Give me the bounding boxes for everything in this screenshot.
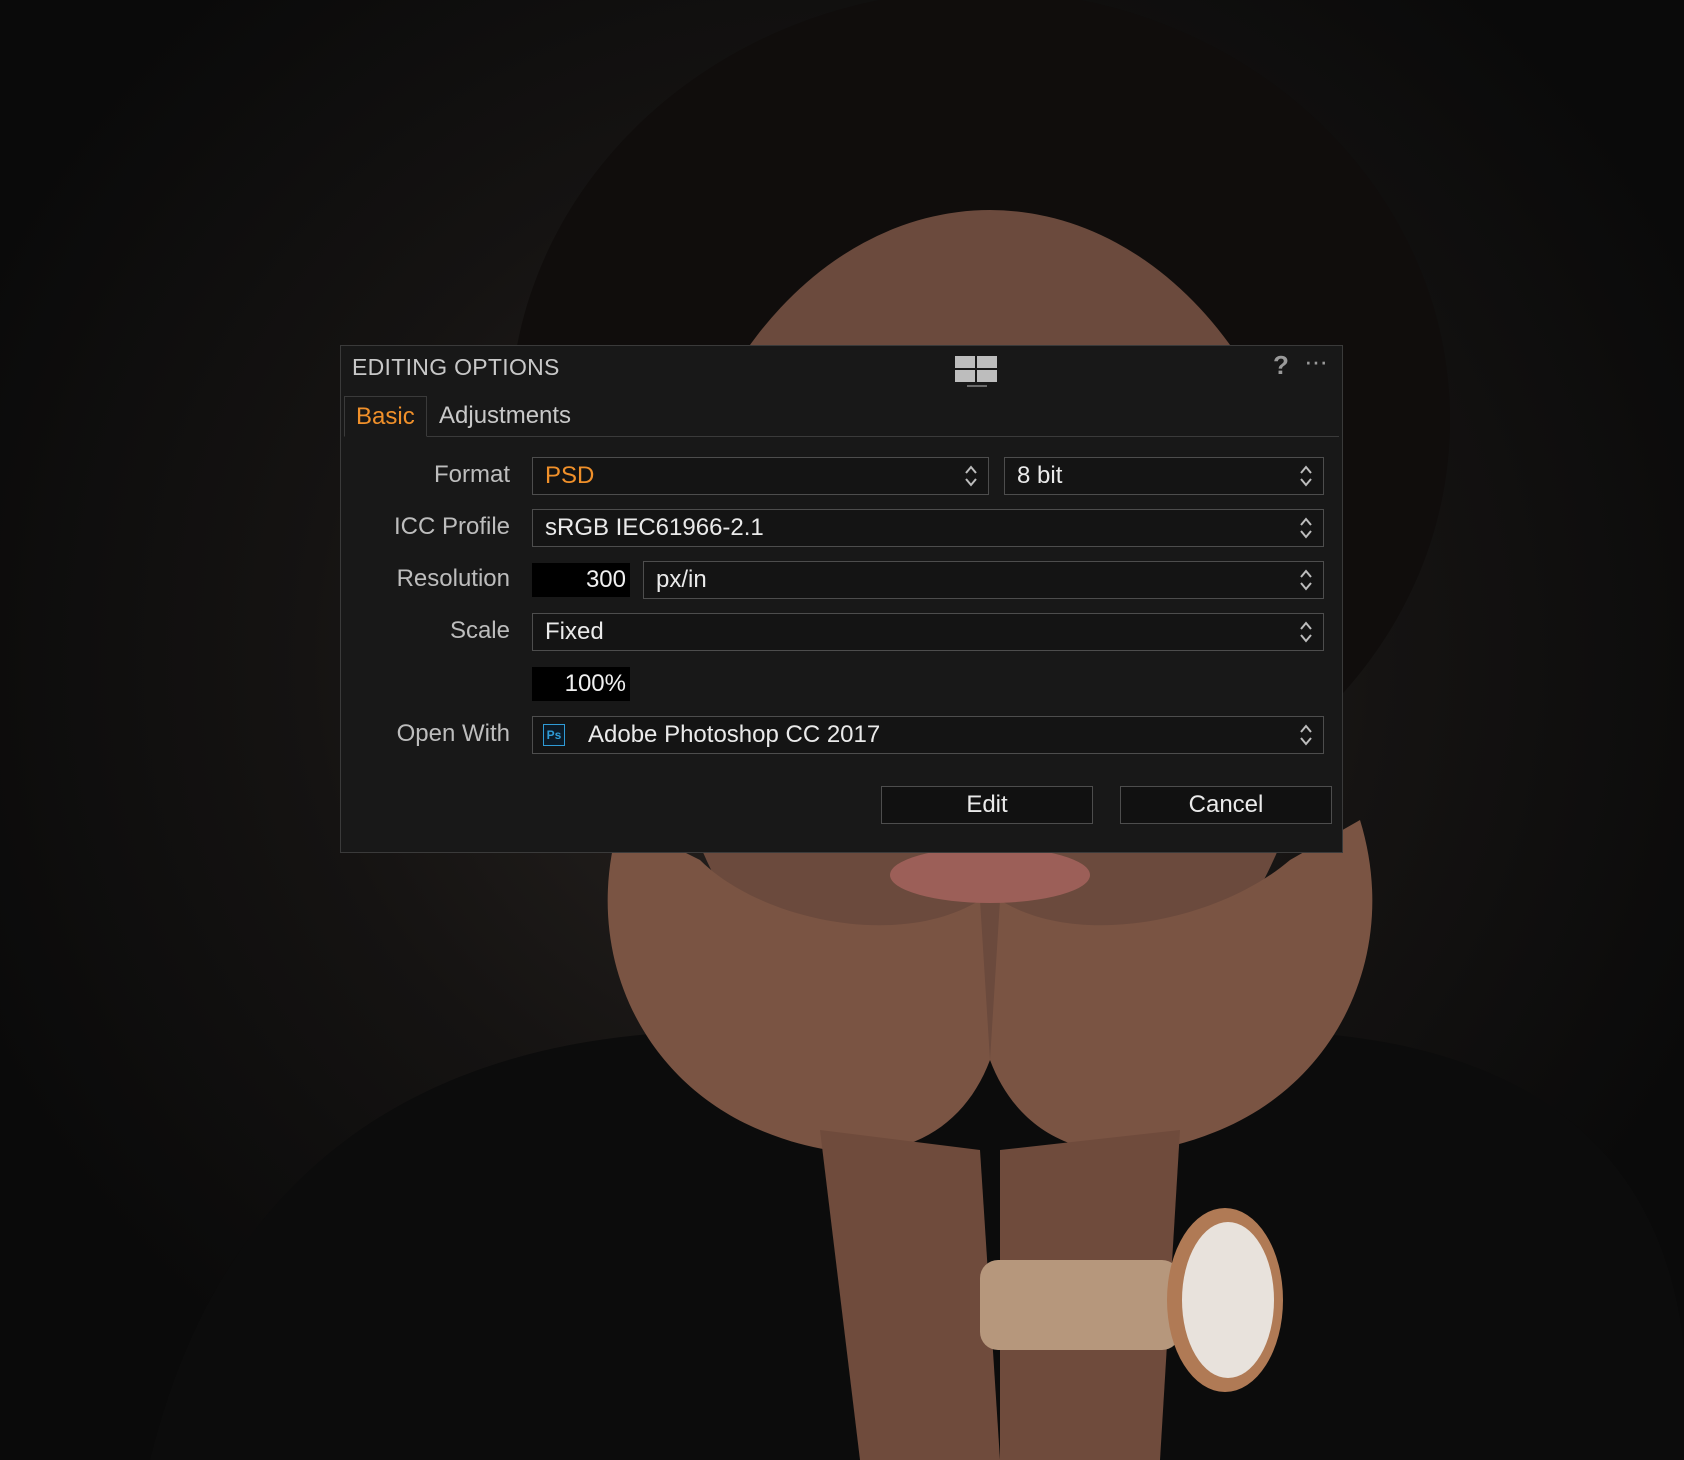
chevron-updown-icon <box>965 465 977 487</box>
scale-percent-input[interactable]: 100% <box>532 667 630 701</box>
format-label: Format <box>433 461 510 488</box>
editing-options-dialog: EDITING OPTIONS ? ··· Basic Adjustments … <box>340 345 1343 853</box>
help-button[interactable]: ? <box>1269 350 1293 381</box>
tab-adjustments[interactable]: Adjustments <box>428 396 582 436</box>
icc-profile-value: sRGB IEC61966-2.1 <box>545 514 764 541</box>
bit-depth-select[interactable]: 8 bit <box>1004 457 1324 495</box>
photoshop-app-icon: Ps <box>543 724 565 746</box>
resolution-unit-value: px/in <box>656 566 707 593</box>
dialog-title: EDITING OPTIONS <box>352 354 560 380</box>
resolution-input[interactable]: 300 <box>532 563 630 597</box>
resolution-label: Resolution <box>396 565 510 592</box>
icc-profile-label: ICC Profile <box>393 513 510 540</box>
chevron-updown-icon <box>1300 569 1312 591</box>
edit-button[interactable]: Edit <box>881 786 1093 824</box>
tab-basic[interactable]: Basic <box>344 396 427 437</box>
scale-select[interactable]: Fixed <box>532 613 1324 651</box>
format-value: PSD <box>545 462 595 489</box>
more-options-button[interactable]: ··· <box>1304 346 1328 377</box>
open-with-value: Adobe Photoshop CC 2017 <box>588 721 881 748</box>
chevron-updown-icon <box>1300 621 1312 643</box>
icc-profile-select[interactable]: sRGB IEC61966-2.1 <box>532 509 1324 547</box>
open-with-select[interactable]: Ps Adobe Photoshop CC 2017 <box>532 716 1324 754</box>
scale-value: Fixed <box>545 618 604 645</box>
tab-bar: Basic Adjustments <box>344 396 1339 437</box>
chevron-updown-icon <box>1300 517 1312 539</box>
scale-label: Scale <box>449 617 510 644</box>
bit-depth-value: 8 bit <box>1017 462 1063 489</box>
dialog-titlebar: EDITING OPTIONS ? ··· <box>341 346 1342 388</box>
resolution-unit-select[interactable]: px/in <box>643 561 1324 599</box>
cancel-button[interactable]: Cancel <box>1120 786 1332 824</box>
chevron-updown-icon <box>1300 724 1312 746</box>
chevron-updown-icon <box>1300 465 1312 487</box>
format-select[interactable]: PSD <box>532 457 989 495</box>
open-with-label: Open With <box>396 720 510 747</box>
layout-grid-icon[interactable] <box>953 354 1001 388</box>
